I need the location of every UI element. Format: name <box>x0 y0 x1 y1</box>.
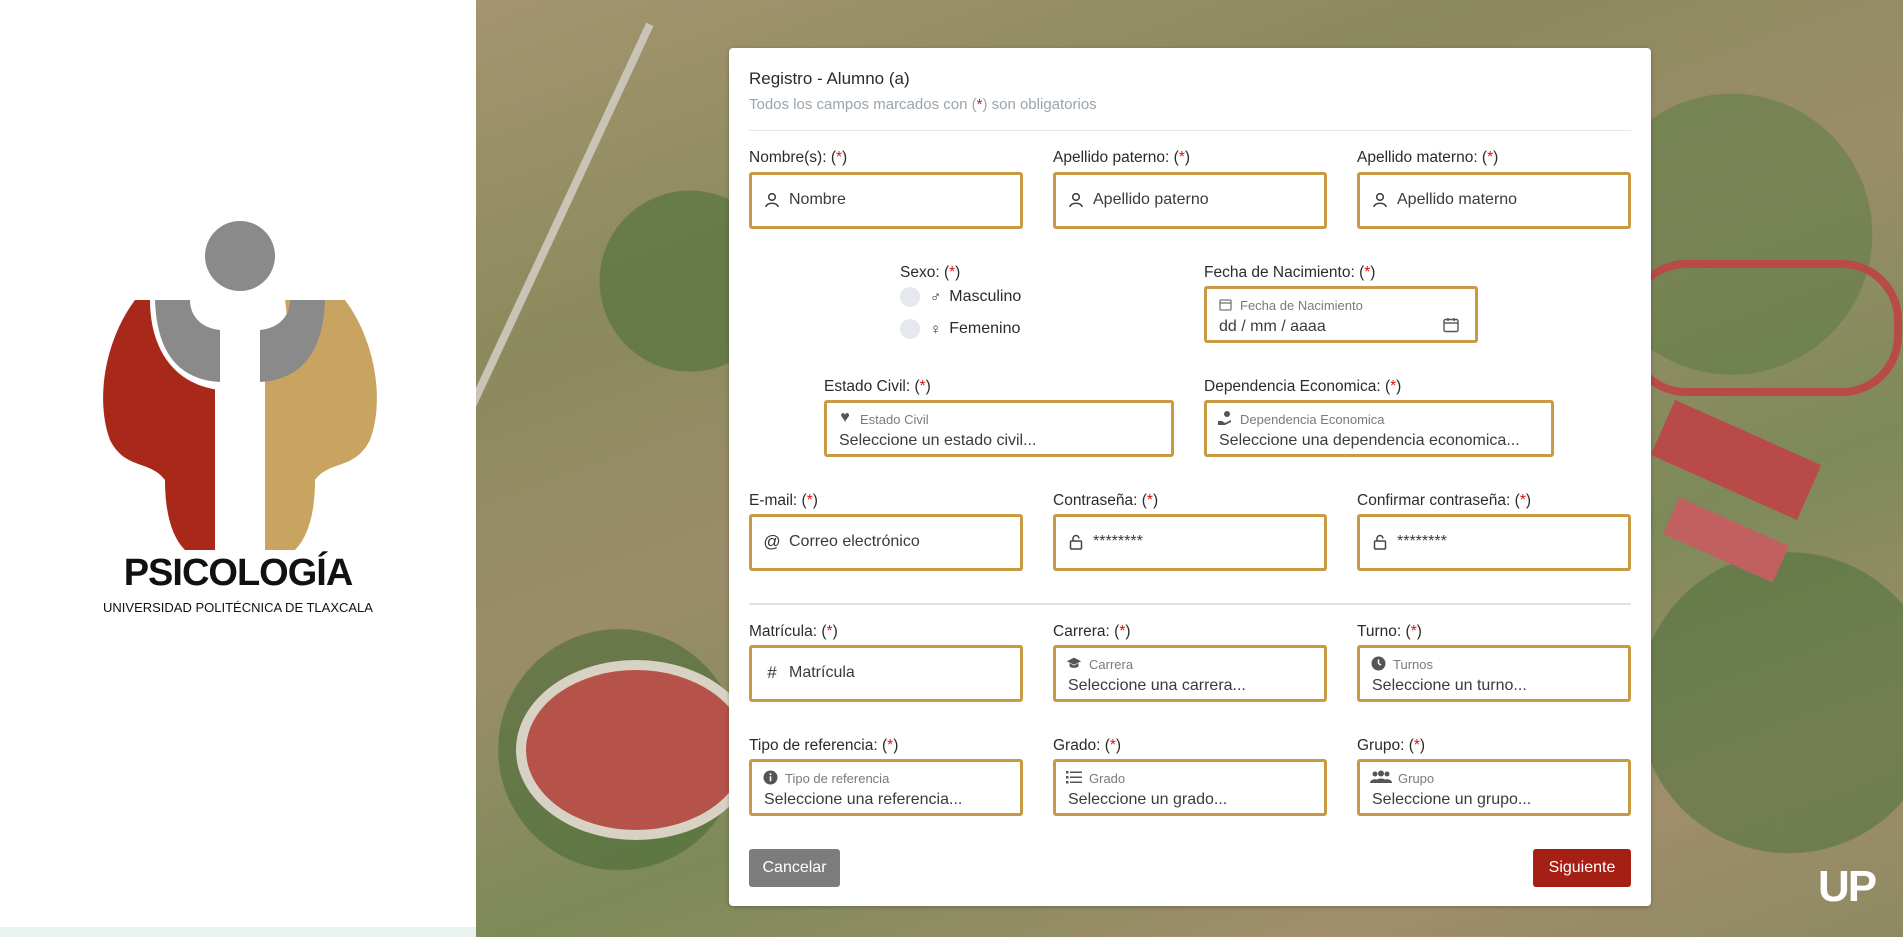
carrera-select[interactable]: Carrera Seleccione una carrera... <box>1053 645 1327 702</box>
grado-select[interactable]: Grado Seleccione un grado... <box>1053 759 1327 816</box>
fecha-nacimiento-label: Fecha de Nacimiento: (*) <box>1204 264 1376 281</box>
psychology-logo <box>103 221 377 550</box>
hash-icon: # <box>767 663 777 682</box>
dependencia-label: Dependencia Economica: (*) <box>1204 378 1402 395</box>
next-button[interactable]: Siguiente <box>1533 849 1631 887</box>
left-panel: PSICOLOGÍA UNIVERSIDAD POLITÉCNICA DE TL… <box>0 0 476 937</box>
calendar-picker-icon[interactable] <box>1443 317 1459 338</box>
apellido-paterno-placeholder: Apellido paterno <box>1093 191 1209 208</box>
radio-button[interactable] <box>900 287 920 307</box>
user-icon <box>1068 191 1084 209</box>
form-title: Registro - Alumno (a) <box>749 69 910 88</box>
hand-money-icon <box>1217 410 1233 426</box>
grado-float-label: Grado <box>1089 771 1126 786</box>
turno-label: Turno: (*) <box>1357 623 1422 640</box>
matricula-placeholder: Matrícula <box>789 664 855 681</box>
grupo-select[interactable]: Grupo Seleccione un grupo... <box>1357 759 1631 816</box>
registration-card: Registro - Alumno (a) Todos los campos m… <box>729 48 1651 906</box>
carrera-label: Carrera: (*) <box>1053 623 1131 640</box>
email-input[interactable]: @ Correo electrónico <box>749 514 1023 571</box>
sexo-label: Sexo: (*) <box>900 264 961 281</box>
nombre-label: Nombre(s): (*) <box>749 149 848 166</box>
heart-icon: ♥ <box>840 409 850 426</box>
tipo-referencia-float-label: Tipo de referencia <box>785 771 890 786</box>
brand-subtitle: UNIVERSIDAD POLITÉCNICA DE TLAXCALA <box>103 600 373 615</box>
users-icon <box>1370 769 1392 785</box>
tipo-referencia-select[interactable]: Tipo de referencia Seleccione una refere… <box>749 759 1023 816</box>
email-label: E-mail: (*) <box>749 492 818 509</box>
clock-icon <box>1370 655 1386 671</box>
apellido-materno-label: Apellido materno: (*) <box>1357 149 1499 166</box>
estado-civil-label: Estado Civil: (*) <box>824 378 931 395</box>
sexo-option-femenino[interactable]: ♀ Femenino <box>900 319 1020 339</box>
graduation-cap-icon <box>1066 655 1082 671</box>
dependencia-value: Seleccione una dependencia economica... <box>1219 432 1520 449</box>
masculino-label: Masculino <box>949 288 1022 305</box>
contrasena-input[interactable]: ******** <box>1053 514 1327 571</box>
left-footer-strip <box>0 927 476 937</box>
turno-float-label: Turnos <box>1393 657 1433 672</box>
calendar-icon <box>1217 296 1233 312</box>
confirmar-placeholder: ******** <box>1397 533 1447 550</box>
dependencia-float-label: Dependencia Economica <box>1240 412 1385 427</box>
list-icon <box>1066 769 1082 785</box>
running-track-shape <box>1626 260 1902 396</box>
divider <box>749 130 1631 131</box>
brand-title: PSICOLOGÍA <box>123 552 354 594</box>
nombre-input[interactable]: Nombre <box>749 172 1023 229</box>
fecha-nacimiento-value: dd / mm / aaaa <box>1219 318 1326 335</box>
road-shape <box>476 22 654 498</box>
carrera-float-label: Carrera <box>1089 657 1134 672</box>
turno-value: Seleccione un turno... <box>1372 677 1527 694</box>
grupo-value: Seleccione un grupo... <box>1372 791 1532 808</box>
matricula-input[interactable]: # Matrícula <box>749 645 1023 702</box>
cancel-button[interactable]: Cancelar <box>749 849 840 887</box>
at-icon: @ <box>763 532 781 551</box>
university-corner-logo: UP <box>1818 862 1877 911</box>
user-icon <box>764 191 780 209</box>
radio-button[interactable] <box>900 319 920 339</box>
apellido-materno-placeholder: Apellido materno <box>1397 191 1518 208</box>
fecha-nacimiento-float-label: Fecha de Nacimiento <box>1240 298 1363 313</box>
grado-value: Seleccione un grado... <box>1068 791 1228 808</box>
contrasena-placeholder: ******** <box>1093 533 1143 550</box>
grupo-label: Grupo: (*) <box>1357 737 1426 754</box>
tipo-referencia-value: Seleccione una referencia... <box>764 791 963 808</box>
round-building-shape <box>516 660 756 840</box>
email-placeholder: Correo electrónico <box>789 533 920 550</box>
info-icon <box>762 769 778 785</box>
section-divider <box>749 603 1631 605</box>
nombre-placeholder: Nombre <box>789 191 846 208</box>
lock-icon <box>1372 533 1388 551</box>
female-icon: ♀ <box>930 320 942 338</box>
fecha-nacimiento-input[interactable]: Fecha de Nacimiento dd / mm / aaaa <box>1204 286 1478 343</box>
lock-icon <box>1068 533 1084 551</box>
form-subtitle: Todos los campos marcados con (*) son ob… <box>749 96 1097 113</box>
estado-civil-value: Seleccione un estado civil... <box>839 432 1037 449</box>
matricula-label: Matrícula: (*) <box>749 623 838 640</box>
tipo-referencia-label: Tipo de referencia: (*) <box>749 737 899 754</box>
confirmar-contrasena-input[interactable]: ******** <box>1357 514 1631 571</box>
turno-select[interactable]: Turnos Seleccione un turno... <box>1357 645 1631 702</box>
sexo-option-masculino[interactable]: ♂ Masculino <box>900 287 1021 307</box>
grupo-float-label: Grupo <box>1398 771 1435 786</box>
user-icon <box>1372 191 1388 209</box>
apellido-materno-input[interactable]: Apellido materno <box>1357 172 1631 229</box>
dependencia-select[interactable]: Dependencia Economica Seleccione una dep… <box>1204 400 1554 457</box>
apellido-paterno-input[interactable]: Apellido paterno <box>1053 172 1327 229</box>
contrasena-label: Contraseña: (*) <box>1053 492 1159 509</box>
carrera-value: Seleccione una carrera... <box>1068 677 1246 694</box>
apellido-paterno-label: Apellido paterno: (*) <box>1053 149 1191 166</box>
femenino-label: Femenino <box>949 320 1021 337</box>
estado-civil-select[interactable]: ♥ Estado Civil Seleccione un estado civi… <box>824 400 1174 457</box>
building-shape <box>1663 497 1789 583</box>
confirmar-contrasena-label: Confirmar contraseña: (*) <box>1357 492 1532 509</box>
male-icon: ♂ <box>930 288 942 306</box>
estado-civil-float-label: Estado Civil <box>860 412 929 427</box>
grado-label: Grado: (*) <box>1053 737 1122 754</box>
